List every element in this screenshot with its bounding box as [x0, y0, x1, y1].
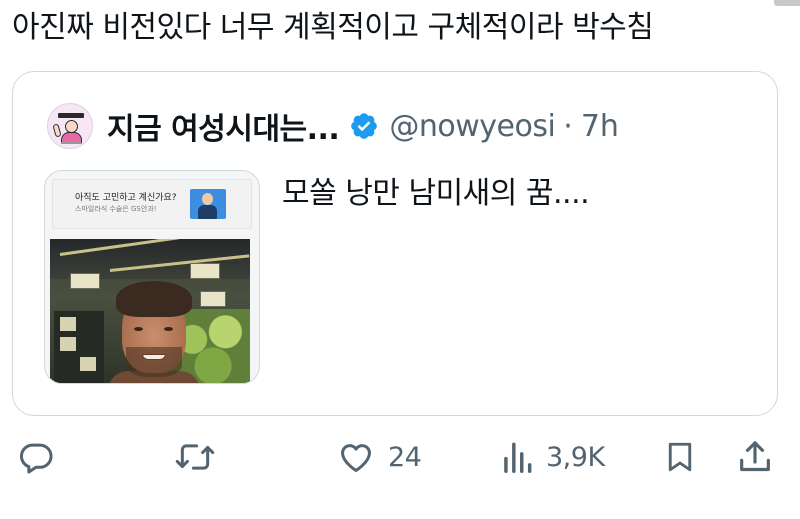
timestamp[interactable]: 7h — [581, 109, 619, 144]
quoted-tweet-text: 모쏠 낭만 남미새의 꿈.... — [282, 176, 590, 211]
reply-button[interactable] — [17, 432, 55, 482]
avatar[interactable] — [47, 103, 93, 149]
bookmark-icon — [662, 438, 698, 476]
share-button[interactable] — [735, 432, 775, 482]
ad-banner: 아직도 고민하고 계신가요? 스마일라식 수술은 GS안과! — [52, 179, 252, 229]
view-count: 3,9K — [546, 441, 605, 473]
share-icon — [735, 437, 775, 477]
action-bar: 24 3,9K — [0, 432, 800, 482]
ad-subtext: 스마일라식 수술은 GS안과! — [75, 205, 157, 213]
retweet-icon — [174, 438, 216, 476]
display-name[interactable]: 지금 여성시대는... — [107, 104, 340, 148]
quoted-tweet-card[interactable]: 지금 여성시대는... @nowyeosi · 7h 아직도 고민하고 계신가요… — [12, 71, 778, 416]
selfie-photo — [50, 239, 250, 383]
reply-icon — [17, 438, 55, 476]
views-icon — [500, 438, 534, 476]
ad-headline: 아직도 고민하고 계신가요? — [75, 193, 177, 203]
separator-dot: · — [563, 108, 573, 144]
tweet-text: 아진짜 비전있다 너무 계획적이고 구체적이라 박수침 — [12, 10, 654, 45]
retweet-button[interactable] — [174, 432, 216, 482]
ad-doctor-image — [190, 189, 226, 219]
like-count: 24 — [388, 441, 422, 473]
quoted-tweet-header: 지금 여성시대는... @nowyeosi · 7h — [47, 102, 619, 150]
heart-icon — [336, 438, 376, 476]
handle[interactable]: @nowyeosi — [389, 109, 555, 144]
bookmark-button[interactable] — [662, 432, 698, 482]
verified-badge-icon — [349, 111, 379, 141]
top-edge-fragment — [774, 0, 800, 6]
quoted-media-thumbnail[interactable]: 아직도 고민하고 계신가요? 스마일라식 수술은 GS안과! — [44, 170, 260, 384]
like-button[interactable]: 24 — [336, 432, 422, 482]
views-button[interactable]: 3,9K — [500, 432, 605, 482]
